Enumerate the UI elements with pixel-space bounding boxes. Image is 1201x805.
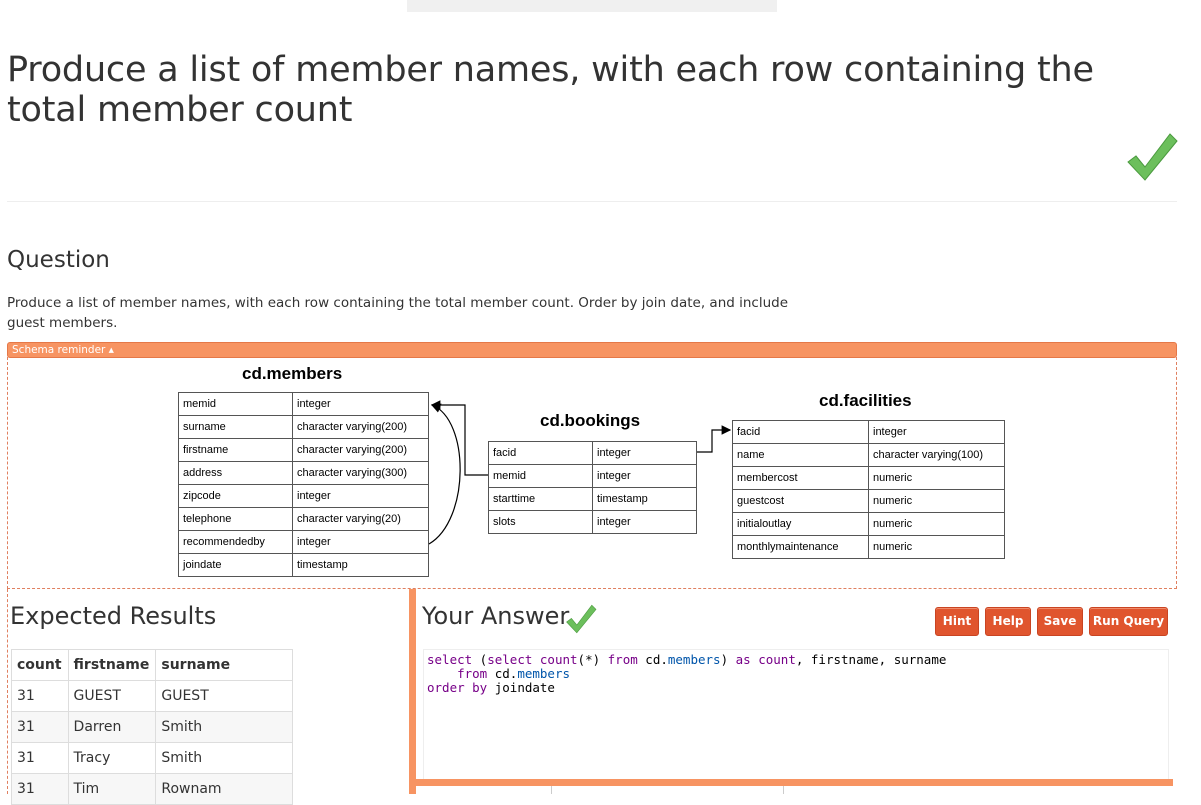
hint-button[interactable]: Hint [935,607,979,636]
column-header: surname [155,649,294,681]
vertical-splitter-handle[interactable] [409,589,416,794]
column-header: firstname [67,649,157,681]
table-cell: Tracy [67,742,157,774]
code-line: order by joindate [427,680,555,695]
expected-results-table: count firstname surname 31 GUEST GUEST 31 D… [11,649,294,805]
column-header: count [11,649,69,681]
table-row: 31 Tracy Smith [11,742,294,774]
table-cell: Smith [155,711,294,743]
table-row: 31 Tim Rownam [11,773,294,805]
table-cell: GUEST [67,680,157,712]
table-cell: 31 [11,773,69,805]
table-header-row: count firstname surname [11,649,294,681]
table-cell: 31 [11,680,69,712]
result-grid-divider [783,786,784,794]
table-cell: Smith [155,742,294,774]
table-cell: 31 [11,742,69,774]
table-cell: GUEST [155,680,294,712]
table-cell: 31 [11,711,69,743]
code-line: select (select count(*) from cd.members)… [427,652,947,667]
answer-correct-check-icon [566,604,597,634]
table-cell: Darren [67,711,157,743]
table-row: 31 Darren Smith [11,711,294,743]
recommendedby-relation-line [428,403,461,545]
table-row: 31 GUEST GUEST [11,680,294,712]
sql-code[interactable]: select (select count(*) from cd.members)… [427,653,946,695]
result-grid-divider [551,786,552,794]
bookings-facid-relation-line [697,425,732,453]
help-button[interactable]: Help [985,607,1031,636]
code-line: from cd.members [457,666,571,681]
table-cell: Rownam [155,773,294,805]
your-answer-heading: Your Answer [422,602,570,630]
expected-results-heading: Expected Results [10,602,217,630]
table-cell: Tim [67,773,157,805]
save-button[interactable]: Save [1037,607,1083,636]
horizontal-splitter-handle[interactable] [416,779,1173,786]
run-query-button[interactable]: Run Query [1089,607,1168,636]
